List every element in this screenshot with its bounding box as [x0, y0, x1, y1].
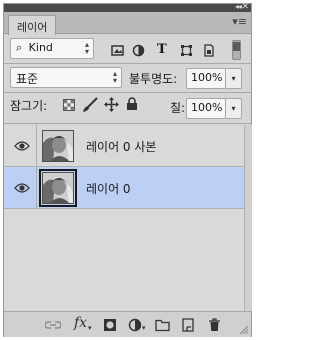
divider	[4, 92, 251, 93]
divider	[4, 123, 251, 124]
filter-adjustment-layer-icon[interactable]	[132, 44, 145, 57]
layer-list: 레이어 0 사본 레이어 0	[4, 125, 244, 311]
spinner-icon: ▴ ▾	[112, 69, 117, 85]
visibility-eye-icon[interactable]	[14, 182, 30, 194]
spinner-icon: ▴ ▾	[84, 40, 89, 56]
divider	[36, 125, 37, 167]
tab-layers[interactable]: 레이어	[8, 15, 57, 35]
layer-thumbnail[interactable]	[39, 169, 77, 207]
visibility-eye-icon[interactable]	[14, 140, 30, 152]
layer-thumbnail[interactable]	[42, 130, 74, 162]
panel-menu-icon[interactable]: ▾≡	[232, 15, 247, 28]
layer-row-selected[interactable]: 레이어 0	[4, 167, 244, 209]
delete-layer-trash-icon[interactable]	[208, 318, 221, 332]
dropdown-arrow-icon: ▾	[142, 324, 146, 332]
divider	[36, 167, 37, 209]
dropdown-arrow-icon: ▾	[88, 324, 92, 332]
layer-style-fx-button[interactable]: fx	[74, 315, 87, 331]
layer-name[interactable]: 레이어 0	[86, 180, 131, 197]
filter-pixel-layer-icon[interactable]	[111, 44, 124, 57]
filter-kind-label: Kind	[28, 41, 53, 54]
layer-name[interactable]: 레이어 0 사본	[86, 138, 156, 155]
new-layer-icon[interactable]	[181, 318, 195, 332]
opacity-dropdown-button[interactable]: ▾	[226, 68, 242, 89]
add-mask-icon[interactable]	[103, 318, 117, 332]
link-layers-icon[interactable]	[45, 318, 61, 332]
fill-dropdown-button[interactable]: ▾	[226, 98, 242, 119]
layers-panel: ◂◂ ✕ 레이어 ▾≡ ⌕ Kind ▴ ▾ T 표준 ▴ ▾ 불투명도: 100%…	[3, 2, 252, 337]
panel-titlebar: ◂◂ ✕	[4, 2, 251, 12]
divider	[4, 63, 251, 64]
resize-grip-icon[interactable]	[239, 325, 249, 335]
opacity-label: 불투명도:	[129, 72, 178, 86]
search-icon: ⌕	[16, 41, 23, 54]
layer-row[interactable]: 레이어 0 사본	[4, 125, 244, 167]
fill-label: 칠:	[170, 101, 186, 115]
opacity-input[interactable]: 100%	[186, 68, 226, 89]
lock-position-icon[interactable]	[104, 97, 119, 112]
blend-mode-value: 표준	[16, 72, 39, 86]
lock-all-icon[interactable]	[126, 97, 138, 111]
blend-mode-select[interactable]: 표준 ▴ ▾	[10, 67, 122, 88]
layer-list-scrollbar[interactable]	[244, 125, 252, 311]
collapse-panel-icon[interactable]: ◂◂	[235, 2, 242, 12]
lock-label: 잠그기:	[10, 99, 48, 113]
filter-kind-select[interactable]: ⌕ Kind ▴ ▾	[10, 38, 94, 59]
bottom-toolbar: fx ▾ ▾	[4, 311, 251, 337]
fill-input[interactable]: 100%	[186, 98, 226, 119]
new-group-folder-icon[interactable]	[155, 318, 170, 332]
filter-shape-layer-icon[interactable]	[180, 44, 193, 57]
filter-toggle-switch[interactable]	[232, 40, 241, 60]
filter-type-layer-icon[interactable]: T	[157, 42, 167, 57]
panel-tab-row: 레이어 ▾≡	[4, 12, 251, 35]
lock-transparent-pixels-icon[interactable]	[63, 99, 75, 111]
lock-image-pixels-icon[interactable]	[82, 97, 98, 113]
close-panel-icon[interactable]: ✕	[241, 2, 249, 12]
new-fill-adjustment-layer-icon[interactable]	[128, 318, 142, 332]
filter-smart-object-icon[interactable]	[202, 44, 215, 57]
